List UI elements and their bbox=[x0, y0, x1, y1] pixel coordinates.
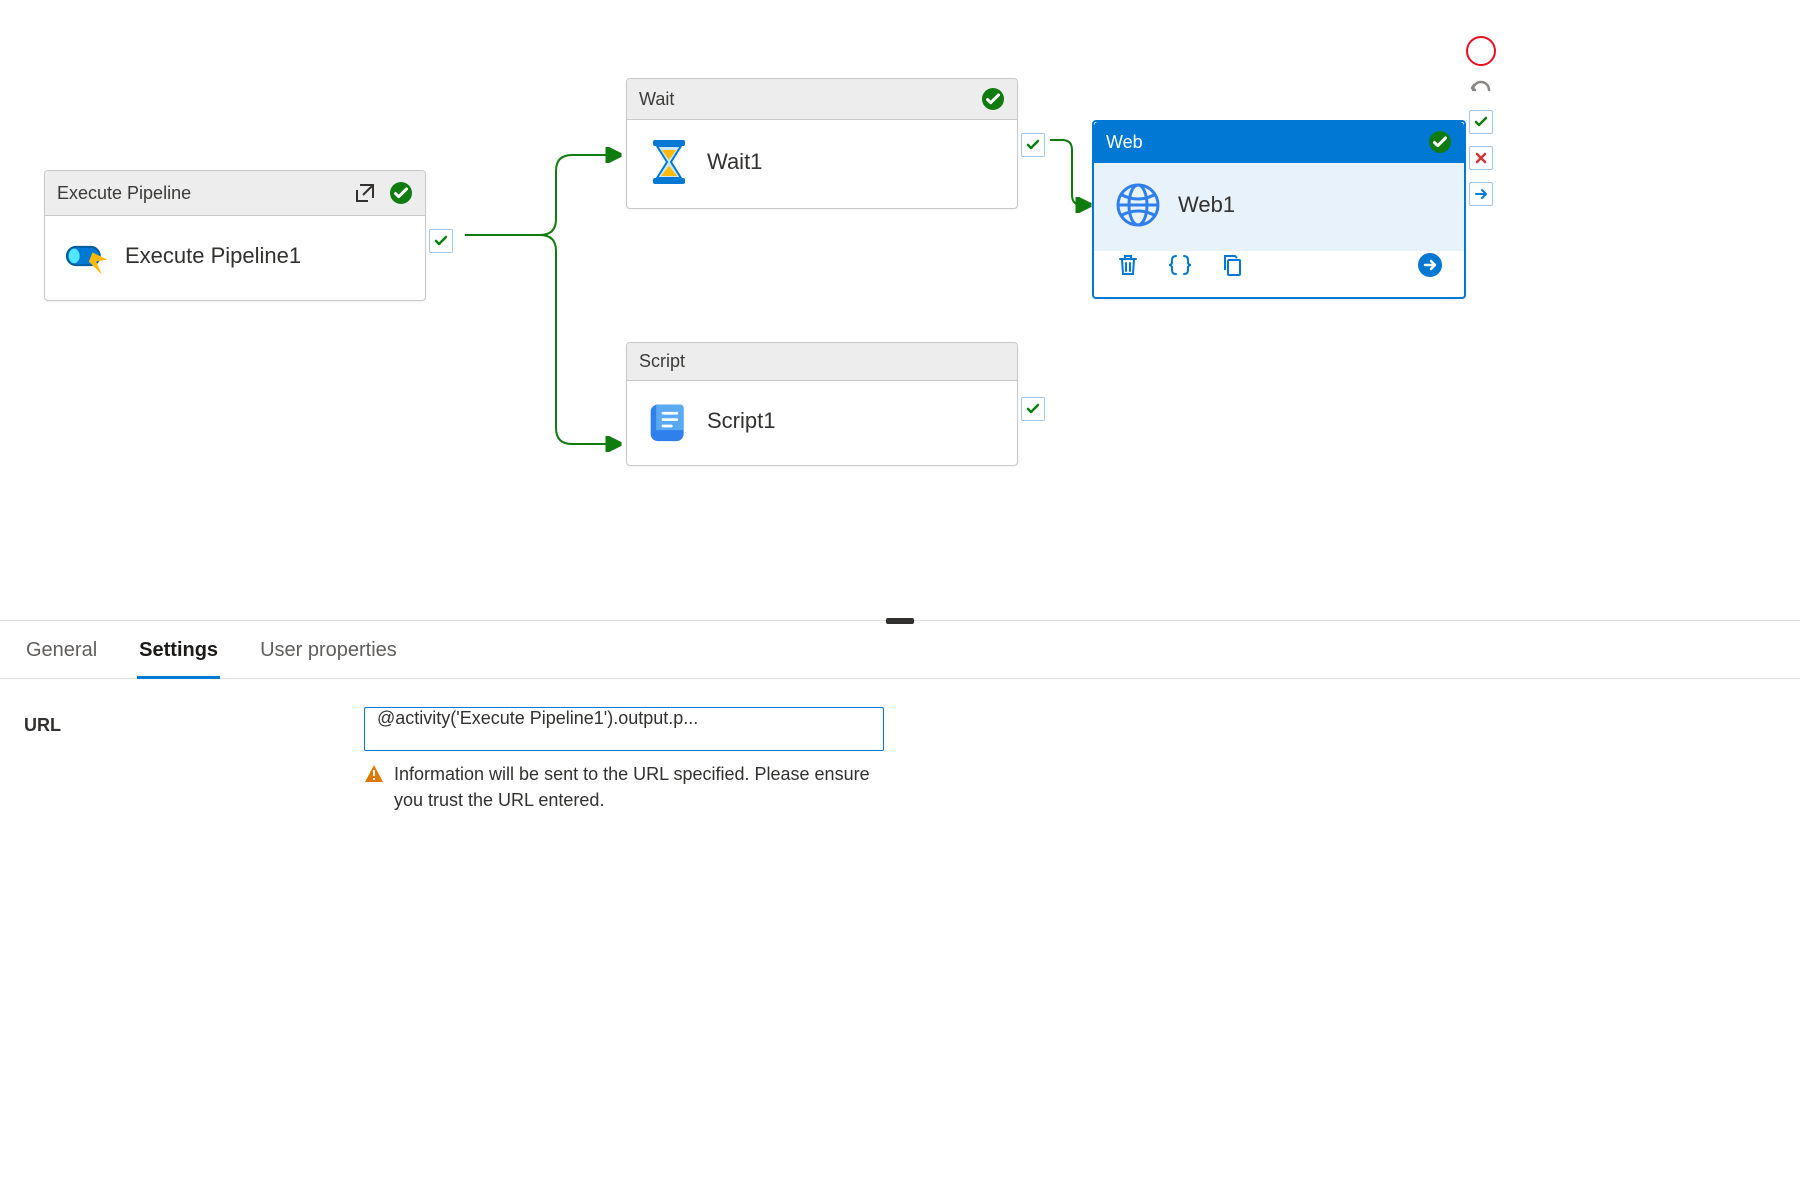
delete-icon[interactable] bbox=[1114, 251, 1142, 279]
open-external-icon[interactable] bbox=[351, 179, 379, 207]
node-body: Wait1 bbox=[627, 120, 1017, 208]
pipeline-canvas[interactable]: Execute Pipeline Execute Pipe bbox=[0, 0, 1800, 620]
warning-icon bbox=[364, 764, 384, 784]
url-label: URL bbox=[24, 707, 324, 736]
output-port-completion[interactable] bbox=[1469, 182, 1493, 206]
output-port-success[interactable] bbox=[1021, 397, 1045, 421]
node-wait[interactable]: Wait Wait1 bbox=[626, 78, 1018, 209]
url-warning: Information will be sent to the URL spec… bbox=[364, 761, 884, 813]
node-type-label: Script bbox=[639, 351, 685, 372]
node-header: Script bbox=[627, 343, 1017, 381]
script-icon bbox=[647, 399, 691, 443]
code-braces-icon[interactable] bbox=[1166, 251, 1194, 279]
node-script[interactable]: Script Script1 bbox=[626, 342, 1018, 466]
node-name: Web1 bbox=[1178, 192, 1235, 218]
node-web[interactable]: Web Web1 bbox=[1092, 120, 1466, 299]
hourglass-icon bbox=[647, 138, 691, 186]
node-type-label: Web bbox=[1106, 132, 1143, 153]
status-ok-icon bbox=[981, 87, 1005, 111]
output-port-success[interactable] bbox=[429, 229, 453, 253]
undo-icon[interactable] bbox=[1469, 78, 1493, 98]
tab-user-properties[interactable]: User properties bbox=[258, 639, 399, 678]
node-type-label: Execute Pipeline bbox=[57, 183, 191, 204]
node-name: Execute Pipeline1 bbox=[125, 243, 301, 269]
node-body: Web1 bbox=[1094, 163, 1464, 251]
tab-settings[interactable]: Settings bbox=[137, 639, 220, 679]
node-execute-pipeline[interactable]: Execute Pipeline Execute Pipe bbox=[44, 170, 426, 301]
node-header: Execute Pipeline bbox=[45, 171, 425, 216]
url-warning-text: Information will be sent to the URL spec… bbox=[394, 761, 884, 813]
node-header: Web bbox=[1094, 122, 1464, 163]
globe-icon bbox=[1114, 181, 1162, 229]
breakpoint-icon[interactable] bbox=[1466, 36, 1496, 66]
status-ok-icon bbox=[1428, 130, 1452, 154]
node-actions bbox=[1094, 251, 1464, 297]
node-body: Execute Pipeline1 bbox=[45, 216, 425, 300]
output-port-success[interactable] bbox=[1469, 110, 1493, 134]
grip-icon bbox=[886, 618, 914, 624]
node-type-label: Wait bbox=[639, 89, 674, 110]
node-web-handles bbox=[1466, 36, 1496, 206]
copy-icon[interactable] bbox=[1218, 251, 1246, 279]
node-name: Script1 bbox=[707, 408, 775, 434]
run-arrow-icon[interactable] bbox=[1416, 251, 1444, 279]
settings-form: URL @activity('Execute Pipeline1').outpu… bbox=[0, 679, 1800, 853]
panel-resize-handle[interactable] bbox=[0, 620, 1800, 621]
details-tabs: General Settings User properties bbox=[0, 621, 1800, 679]
tab-general[interactable]: General bbox=[24, 639, 99, 678]
output-port-success[interactable] bbox=[1021, 133, 1045, 157]
node-header: Wait bbox=[627, 79, 1017, 120]
url-input[interactable]: @activity('Execute Pipeline1').output.p.… bbox=[364, 707, 884, 751]
node-name: Wait1 bbox=[707, 149, 762, 175]
status-ok-icon bbox=[389, 181, 413, 205]
pipeline-icon bbox=[65, 234, 109, 278]
node-body: Script1 bbox=[627, 381, 1017, 465]
output-port-failure[interactable] bbox=[1469, 146, 1493, 170]
